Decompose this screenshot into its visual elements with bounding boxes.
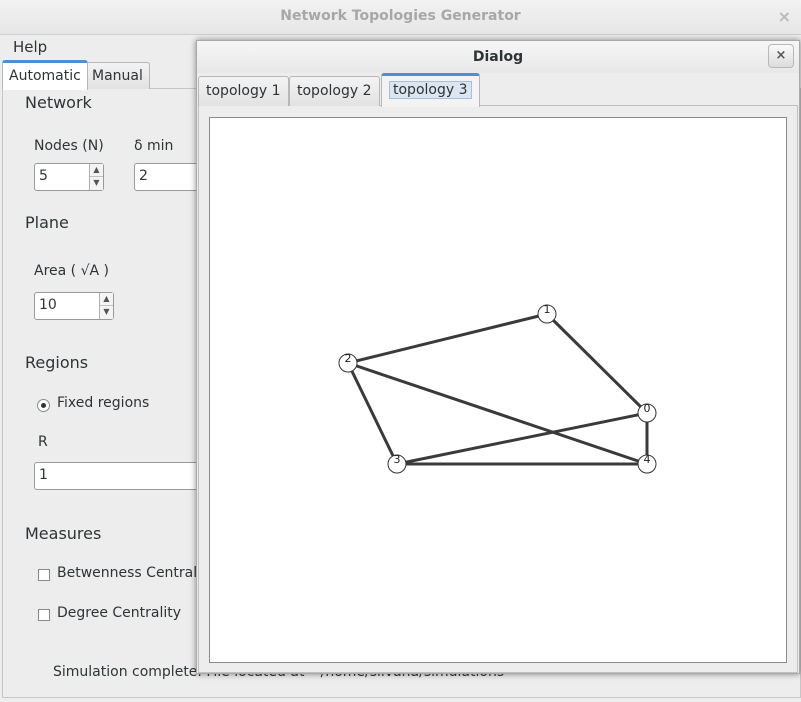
tab-automatic[interactable]: Automatic	[2, 60, 88, 90]
spin-up-icon[interactable]: ▲	[100, 293, 113, 306]
graph-edge-1-0	[545, 312, 649, 415]
area-spinbox[interactable]: ▲▼	[34, 292, 114, 320]
delta-min-label: δ min	[134, 138, 174, 154]
topology-dialog: Dialog × 0 1 2 3 4 topology 1 topology 2 top…	[196, 40, 800, 674]
plane-heading: Plane	[25, 213, 69, 232]
delta-min-input[interactable]	[135, 164, 199, 184]
dialog-titlebar: Dialog ×	[197, 41, 799, 73]
graph-edge-2-4	[347, 361, 648, 466]
area-label: Area ( √A )	[34, 263, 109, 279]
graph-canvas: 0 1 2 3 4	[209, 117, 787, 663]
window-close-icon[interactable]: ×	[778, 7, 791, 26]
dialog-title: Dialog	[472, 49, 524, 65]
spin-down-icon[interactable]: ▼	[90, 177, 103, 189]
nodes-label: Nodes (N)	[34, 138, 104, 154]
spin-down-icon[interactable]: ▼	[100, 306, 113, 318]
fixed-regions-radio[interactable]	[37, 399, 50, 412]
tab-manual[interactable]: Manual	[85, 62, 150, 89]
graph-node-label-3: 3	[394, 453, 401, 466]
graph-node-label-1: 1	[544, 303, 551, 316]
tab-topology-2[interactable]: topology 2	[289, 76, 380, 106]
graph-node-label-2: 2	[345, 352, 352, 365]
measures-heading: Measures	[25, 524, 102, 543]
graph-edge-2-1	[347, 312, 548, 365]
graph-svg: 0 1 2 3 4	[338, 303, 657, 474]
tab-topology-3[interactable]: topology 3	[381, 73, 480, 107]
r-input[interactable]	[35, 463, 189, 483]
nodes-input[interactable]	[35, 164, 91, 184]
nodes-spin-buttons[interactable]: ▲ ▼	[89, 164, 103, 190]
window-title: Network Topologies Generator	[280, 8, 521, 24]
tab-topology-1[interactable]: topology 1	[198, 76, 289, 106]
regions-heading: Regions	[25, 353, 89, 372]
r-spinbox[interactable]	[34, 462, 204, 490]
network-heading: Network	[25, 93, 92, 112]
r-label: R	[38, 434, 48, 450]
main-titlebar: Network Topologies Generator ×	[0, 0, 801, 35]
tab-topology-3-label: topology 3	[389, 81, 472, 99]
betweenness-label: Betwenness Centralit	[57, 565, 207, 581]
degree-checkbox[interactable]	[38, 609, 50, 621]
betweenness-checkbox[interactable]	[38, 569, 50, 581]
topology-panel: 0 1 2 3 4	[198, 105, 798, 673]
spin-up-icon[interactable]: ▲	[90, 164, 103, 177]
area-spin-buttons[interactable]: ▲ ▼	[99, 293, 113, 319]
graph-node-label-0: 0	[644, 402, 651, 415]
area-input[interactable]	[35, 293, 101, 313]
degree-label: Degree Centrality	[57, 605, 182, 621]
fixed-regions-label: Fixed regions	[57, 395, 150, 411]
dialog-close-icon[interactable]: ×	[768, 44, 794, 68]
nodes-spinbox[interactable]: ▲▼	[34, 163, 104, 191]
menu-help[interactable]: Help	[13, 38, 47, 56]
graph-node-label-4: 4	[644, 453, 651, 466]
